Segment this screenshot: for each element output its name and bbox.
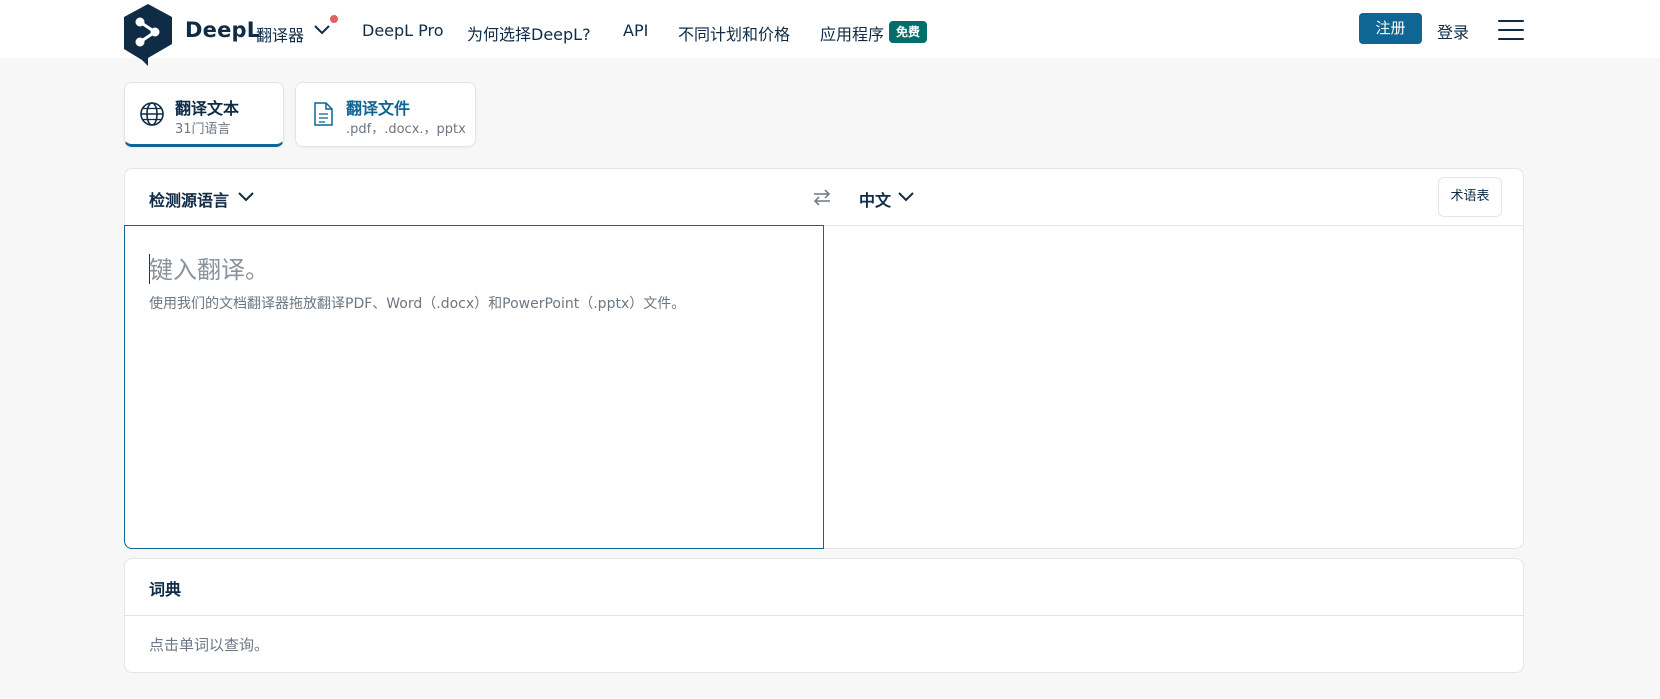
hamburger-menu-icon[interactable] [1498, 20, 1524, 40]
source-text-input[interactable]: 键入翻译。 使用我们的文档翻译器拖放翻译PDF、Word（.docx）和Powe… [124, 225, 824, 549]
swap-languages-icon[interactable] [811, 186, 833, 208]
tab-title: 翻译文件 [346, 99, 411, 118]
source-language-select[interactable]: 检测源语言 [149, 187, 229, 211]
brand-name[interactable]: DeepL [185, 18, 260, 42]
dictionary-hint: 点击单词以查询。 [149, 636, 270, 654]
nav-api[interactable]: API [623, 21, 648, 40]
chevron-down-icon[interactable] [897, 189, 915, 205]
top-bar: DeepL 翻译器 DeepL Pro 为何选择DeepL? API 不同计划和… [0, 0, 1660, 66]
document-icon [314, 102, 333, 126]
target-language-select[interactable]: 中文 [859, 187, 891, 211]
source-placeholder: 键入翻译。 [149, 256, 269, 284]
free-badge: 免费 [889, 21, 928, 43]
target-text-output[interactable] [825, 226, 1523, 548]
tab-title: 翻译文本 [175, 99, 240, 118]
deepl-logo-icon[interactable] [122, 2, 178, 66]
dictionary-panel: 词典 点击单词以查询。 [124, 558, 1524, 673]
translator-panel: 检测源语言 中文 术语表 键入翻译。 使用我们的文档翻译器拖放翻译PDF、Wor… [124, 168, 1524, 549]
tab-translate-text[interactable]: 翻译文本 31门语言 [124, 82, 284, 147]
globe-icon [140, 102, 164, 126]
divider [125, 615, 1523, 616]
tab-subtitle: 31门语言 [175, 122, 231, 137]
document-hint: 使用我们的文档翻译器拖放翻译PDF、Word（.docx）和PowerPoint… [149, 296, 686, 312]
chevron-down-icon[interactable] [312, 22, 332, 38]
dictionary-title: 词典 [149, 580, 182, 599]
tab-subtitle: .pdf，.docx.，pptx [346, 122, 466, 137]
login-link[interactable]: 登录 [1437, 19, 1469, 43]
signup-button[interactable]: 注册 [1359, 13, 1422, 44]
nav-why-deepl[interactable]: 为何选择DeepL? [467, 21, 591, 45]
notification-dot [330, 15, 338, 23]
language-bar: 检测源语言 中文 术语表 [125, 169, 1523, 226]
chevron-down-icon[interactable] [237, 189, 255, 205]
tab-translate-files[interactable]: 翻译文件 .pdf，.docx.，pptx [295, 82, 476, 147]
nav-plans-pricing[interactable]: 不同计划和价格 [678, 21, 790, 45]
glossary-button[interactable]: 术语表 [1438, 177, 1502, 217]
nav-apps[interactable]: 应用程序 [820, 21, 884, 45]
nav-deepl-pro[interactable]: DeepL Pro [362, 21, 444, 40]
brand-product[interactable]: 翻译器 [256, 22, 304, 46]
